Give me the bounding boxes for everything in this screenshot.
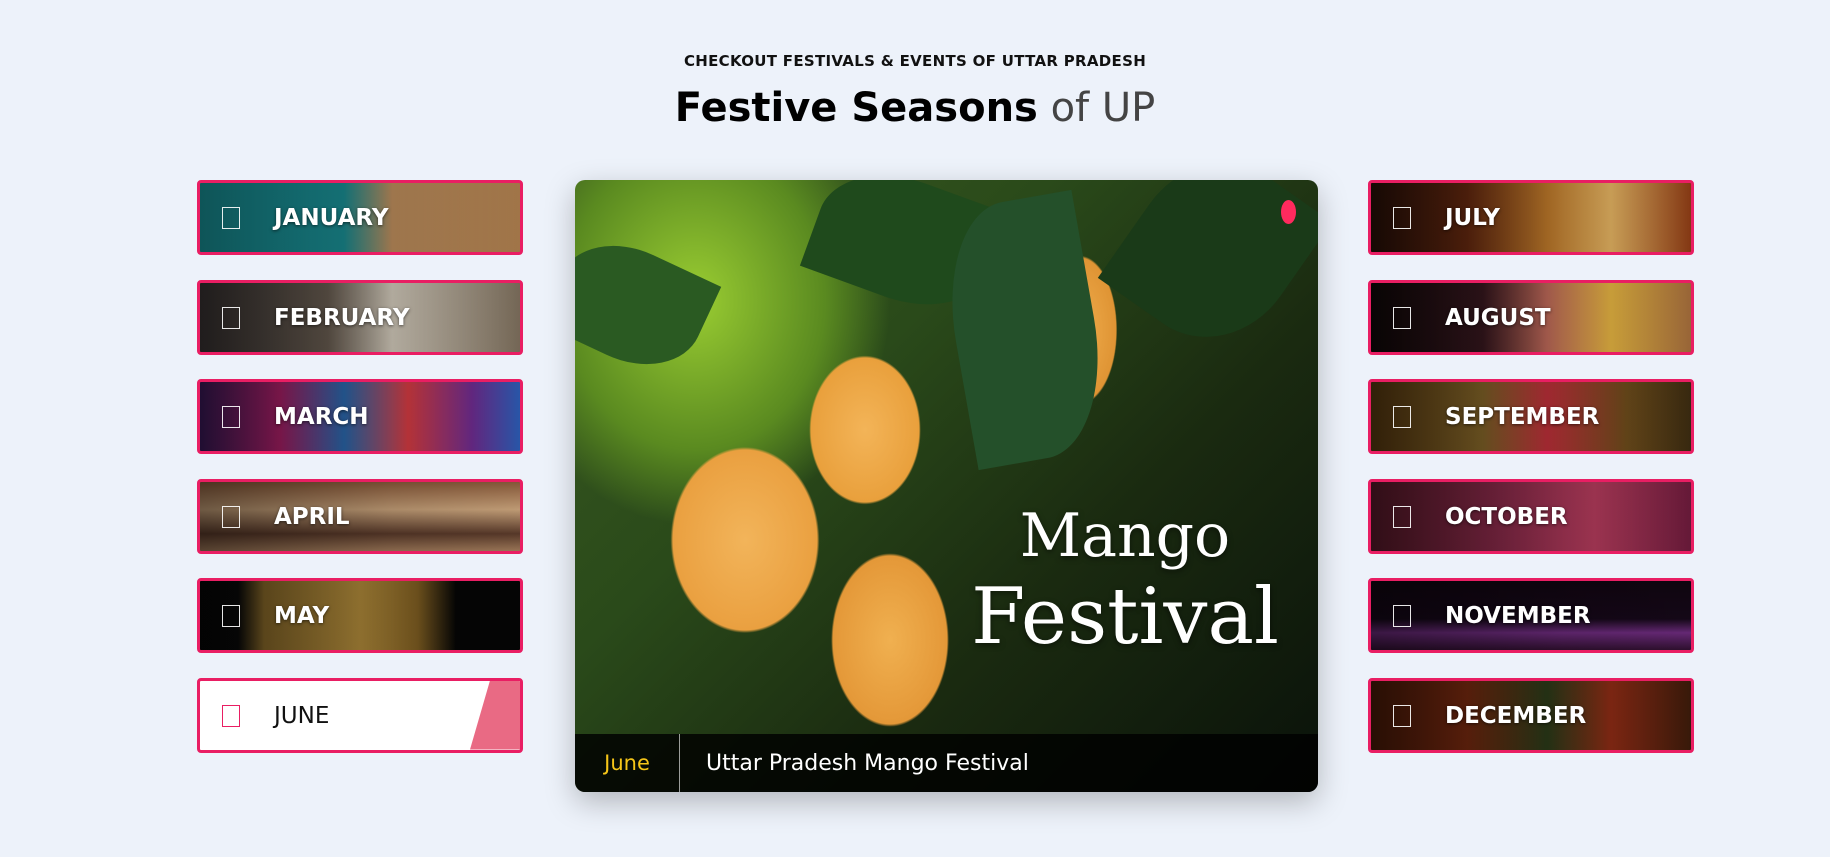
tab-overlay bbox=[1371, 183, 1691, 252]
month-label: APRIL bbox=[274, 503, 350, 530]
tab-overlay bbox=[200, 581, 520, 650]
month-label: SEPTEMBER bbox=[1445, 404, 1600, 430]
month-label: NOVEMBER bbox=[1445, 603, 1591, 629]
month-label: OCTOBER bbox=[1445, 503, 1568, 530]
checkbox-icon bbox=[1393, 704, 1411, 727]
checkbox-icon bbox=[1393, 406, 1411, 428]
month-tab-july[interactable]: JULY bbox=[1368, 180, 1694, 255]
caption-title: Uttar Pradesh Mango Festival bbox=[706, 750, 1029, 776]
checkbox-icon bbox=[222, 406, 240, 428]
title-light: of UP bbox=[1050, 85, 1156, 131]
caption-bar: June Uttar Pradesh Mango Festival bbox=[575, 734, 1318, 792]
month-tab-may[interactable]: MAY bbox=[197, 578, 523, 653]
active-wedge bbox=[470, 680, 520, 750]
month-label: JANUARY bbox=[274, 205, 389, 231]
checkbox-icon bbox=[222, 505, 240, 528]
slider-indicator-dot[interactable] bbox=[1281, 200, 1296, 224]
tab-overlay bbox=[200, 481, 520, 551]
month-tab-september[interactable]: SEPTEMBER bbox=[1368, 379, 1694, 454]
checkbox-icon bbox=[1393, 605, 1411, 627]
month-tab-january[interactable]: JANUARY bbox=[197, 180, 523, 255]
checkbox-icon bbox=[1393, 306, 1411, 329]
title-bold: Festive Seasons bbox=[674, 85, 1038, 131]
section-title: Festive Seasons of UP bbox=[0, 85, 1830, 131]
month-tab-december[interactable]: DECEMBER bbox=[1368, 677, 1694, 753]
image-title-line2: Festival bbox=[971, 572, 1279, 662]
month-tab-april[interactable]: APRIL bbox=[197, 478, 523, 554]
month-tab-august[interactable]: AUGUST bbox=[1368, 279, 1694, 355]
section-eyebrow: CHECKOUT FESTIVALS & EVENTS OF UTTAR PRA… bbox=[683, 52, 1147, 70]
featured-festival-card[interactable]: Mango Festival June Uttar Pradesh Mango … bbox=[575, 180, 1318, 792]
checkbox-icon bbox=[222, 306, 240, 329]
month-tab-june[interactable]: JUNE bbox=[197, 677, 523, 753]
month-tab-october[interactable]: OCTOBER bbox=[1368, 478, 1694, 554]
month-label: MAY bbox=[274, 603, 330, 629]
month-label: JUNE bbox=[274, 702, 330, 729]
month-label: AUGUST bbox=[1445, 304, 1551, 331]
checkbox-icon bbox=[1393, 505, 1411, 528]
checkbox-icon bbox=[1393, 207, 1411, 229]
month-label: FEBRUARY bbox=[274, 304, 410, 331]
leaf-decoration bbox=[575, 223, 722, 387]
month-tab-march[interactable]: MARCH bbox=[197, 379, 523, 454]
month-label: JULY bbox=[1445, 205, 1500, 231]
month-tab-november[interactable]: NOVEMBER bbox=[1368, 578, 1694, 653]
caption-month: June bbox=[575, 734, 680, 792]
months-right-column: JULY AUGUST SEPTEMBER OCTOBER NOVEMBER D… bbox=[1368, 180, 1694, 777]
checkbox-icon bbox=[222, 704, 240, 727]
image-title-line1: Mango bbox=[1019, 501, 1231, 571]
checkbox-icon bbox=[222, 605, 240, 627]
image-title-art: Mango Festival bbox=[965, 500, 1285, 662]
checkbox-icon bbox=[222, 207, 240, 229]
month-label: DECEMBER bbox=[1445, 702, 1587, 729]
month-tab-february[interactable]: FEBRUARY bbox=[197, 279, 523, 355]
month-label: MARCH bbox=[274, 404, 369, 430]
months-left-column: JANUARY FEBRUARY MARCH APRIL MAY JUNE bbox=[197, 180, 523, 777]
